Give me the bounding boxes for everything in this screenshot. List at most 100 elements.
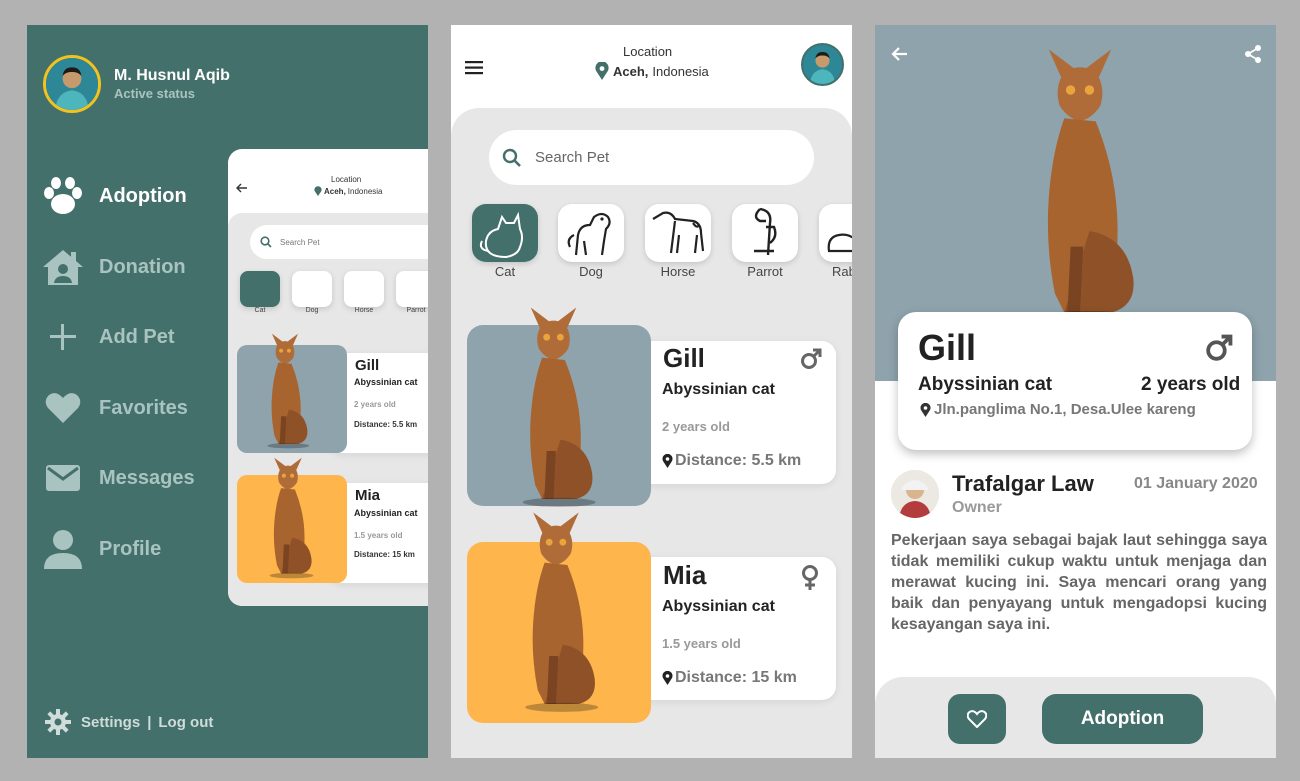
home-heart-icon — [41, 247, 85, 287]
category-label: Dog — [579, 264, 603, 279]
menu-label: Donation — [99, 255, 186, 278]
menu-item-donation[interactable]: Donation — [41, 245, 241, 289]
person-icon — [41, 529, 85, 569]
hamburger-menu-icon[interactable] — [465, 60, 485, 76]
mail-icon — [41, 464, 85, 492]
location-pin-icon — [314, 186, 322, 196]
pet-age: 2 years old — [662, 419, 730, 434]
drawer-screen: M. Husnul Aqib Active status Adoption Do… — [27, 25, 428, 758]
heart-outline-icon — [967, 710, 987, 728]
mini-cat-photo — [269, 457, 314, 579]
detail-address: Jln.panglima No.1, Desa.Ulee kareng — [920, 401, 1196, 418]
logout-link[interactable]: Log out — [158, 714, 213, 731]
category-label: Rab — [832, 264, 852, 279]
menu-label: Add Pet — [99, 325, 175, 348]
pet-age: 1.5 years old — [662, 636, 741, 651]
mini-category-parrot[interactable] — [396, 271, 428, 307]
menu-label: Adoption — [99, 184, 187, 207]
gear-icon[interactable] — [45, 709, 71, 735]
menu-label: Profile — [99, 537, 162, 560]
footer-separator: | — [147, 713, 152, 731]
parrot-icon — [754, 207, 777, 256]
mini-location: Aceh, Indonesia — [314, 186, 383, 196]
paw-icon — [41, 176, 85, 216]
category-horse[interactable] — [645, 204, 711, 262]
male-icon — [801, 348, 822, 369]
adoption-button[interactable]: Adoption — [1042, 694, 1203, 744]
category-parrot[interactable] — [732, 204, 798, 262]
share-icon[interactable] — [1243, 44, 1263, 64]
menu-item-favorites[interactable]: Favorites — [41, 386, 241, 430]
category-label: Cat — [494, 264, 516, 279]
pet-distance-text: Distance: 15 km — [675, 669, 797, 686]
rabbit-icon — [827, 233, 852, 253]
location-country: Indonesia — [652, 63, 709, 79]
mini-pet-distance: Distance: 5.5 km — [354, 420, 418, 429]
favorite-button[interactable] — [948, 694, 1006, 744]
search-placeholder: Search Pet — [535, 149, 610, 166]
mini-pet-age: 1.5 years old — [354, 531, 403, 540]
menu-item-add-pet[interactable]: Add Pet — [41, 315, 241, 359]
search-input[interactable]: Search Pet — [489, 130, 814, 185]
pet-photo — [1037, 49, 1138, 324]
settings-link[interactable]: Settings — [81, 714, 140, 731]
mini-pet-age: 2 years old — [354, 400, 396, 409]
owner-name: Trafalgar Law — [952, 471, 1094, 496]
category-dog[interactable] — [558, 204, 624, 262]
female-icon — [802, 565, 818, 590]
location-pin-icon — [595, 62, 609, 80]
detail-pet-name: Gill — [918, 327, 977, 368]
male-icon — [1206, 334, 1233, 361]
mini-category-cat[interactable] — [240, 271, 280, 307]
pet-breed: Abyssinian cat — [662, 598, 775, 615]
mini-search[interactable]: Search Pet — [250, 225, 428, 259]
pet-distance: Distance: 5.5 km — [662, 452, 801, 470]
location-value[interactable]: Aceh, Indonesia — [595, 62, 709, 80]
category-rabbit[interactable] — [819, 204, 852, 262]
mini-category-horse[interactable] — [344, 271, 384, 307]
mini-pet-name: Gill — [355, 357, 380, 374]
mini-pet-name: Mia — [355, 487, 381, 504]
mini-pet-breed: Abyssinian cat — [354, 377, 418, 387]
owner-role: Owner — [952, 499, 1002, 516]
location-label: Location — [623, 44, 673, 59]
cat-photo — [522, 307, 596, 507]
user-avatar[interactable] — [801, 43, 844, 86]
detail-pet-breed: Abyssinian cat — [918, 374, 1053, 395]
menu-item-adoption[interactable]: Adoption — [41, 174, 241, 218]
mini-category-dog[interactable] — [292, 271, 332, 307]
back-arrow-icon — [236, 183, 247, 193]
location-pin-icon — [662, 454, 673, 468]
cat-icon — [479, 211, 523, 259]
menu-label: Messages — [99, 466, 195, 489]
pet-distance-text: Distance: 5.5 km — [675, 452, 802, 469]
pet-breed: Abyssinian cat — [662, 381, 775, 398]
pet-distance: Distance: 15 km — [662, 669, 797, 687]
user-status: Active status — [114, 86, 195, 101]
mini-country: Indonesia — [347, 186, 383, 196]
heart-icon — [41, 392, 85, 424]
plus-icon — [41, 322, 85, 352]
pet-name: Mia — [663, 560, 707, 590]
dog-icon — [567, 212, 611, 256]
mini-cat-label: Cat — [254, 307, 266, 314]
mini-cat-label: Parrot — [406, 307, 426, 314]
home-screen: Location Aceh, Indonesia Search Pet Cat D… — [451, 25, 852, 758]
detail-pet-age: 2 years old — [1141, 374, 1241, 395]
menu-item-messages[interactable]: Messages — [41, 456, 241, 500]
mini-search-placeholder: Search Pet — [280, 237, 320, 247]
owner-avatar[interactable] — [891, 470, 939, 518]
post-date: 01 January 2020 — [1134, 475, 1258, 492]
detail-address-text: Jln.panglima No.1, Desa.Ulee kareng — [934, 401, 1196, 418]
location-pin-icon — [662, 671, 673, 685]
home-preview[interactable]: Location Aceh, Indonesia Search Pet Cat D… — [228, 149, 428, 606]
menu-item-profile[interactable]: Profile — [41, 527, 241, 571]
menu-label: Favorites — [99, 396, 188, 419]
user-avatar[interactable] — [43, 55, 101, 113]
mini-cat-label: Horse — [354, 307, 374, 314]
back-arrow-icon[interactable] — [890, 46, 908, 62]
user-name: M. Husnul Aqib — [114, 67, 230, 84]
horse-icon — [652, 211, 705, 254]
search-icon — [502, 148, 521, 167]
category-cat[interactable] — [472, 204, 538, 262]
